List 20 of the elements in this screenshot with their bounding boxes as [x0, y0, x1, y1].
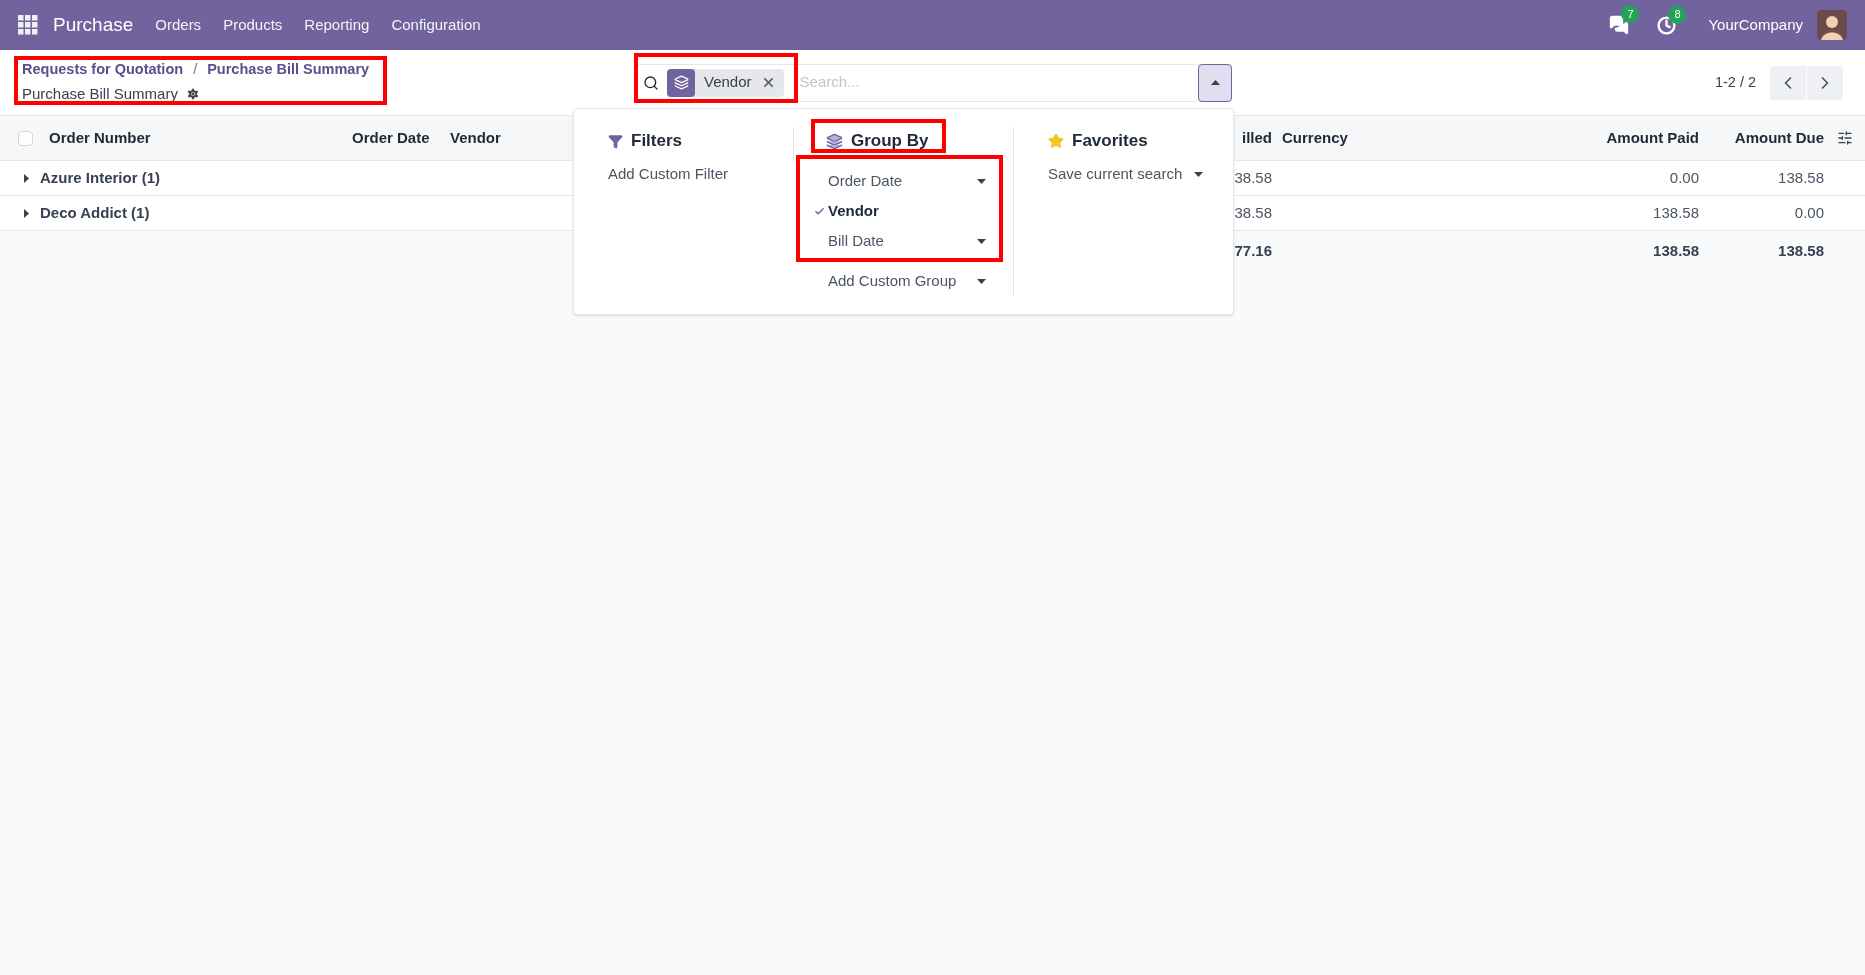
table-cell: 0.00: [1794, 203, 1824, 221]
table-cell: 38.58: [1234, 168, 1272, 186]
breadcrumb-separator: /: [193, 60, 198, 80]
notification-badge: 8: [1668, 5, 1687, 24]
facet-label: Vendor: [703, 72, 753, 93]
total-amount: 138.58: [1778, 241, 1824, 259]
section-title: Favorites: [1072, 130, 1148, 153]
section-title: Filters: [631, 130, 683, 153]
section-title: Group By: [851, 130, 929, 153]
pager-value: 1-2 / 2: [1714, 72, 1756, 92]
table-cell: 138.58: [1653, 203, 1699, 221]
notification-badge: 7: [1621, 5, 1640, 23]
table-cell: 138.58: [1778, 168, 1824, 186]
total-amount: 77.16: [1234, 241, 1272, 259]
group-name: Azure Interior (1): [40, 167, 160, 188]
group-name: Deco Addict (1): [40, 202, 150, 223]
page-title: Purchase Bill Summary: [22, 84, 178, 105]
table-cell: 38.58: [1234, 203, 1272, 221]
total-amount: 138.58: [1653, 241, 1699, 259]
table-cell: 0.00: [1669, 168, 1699, 186]
